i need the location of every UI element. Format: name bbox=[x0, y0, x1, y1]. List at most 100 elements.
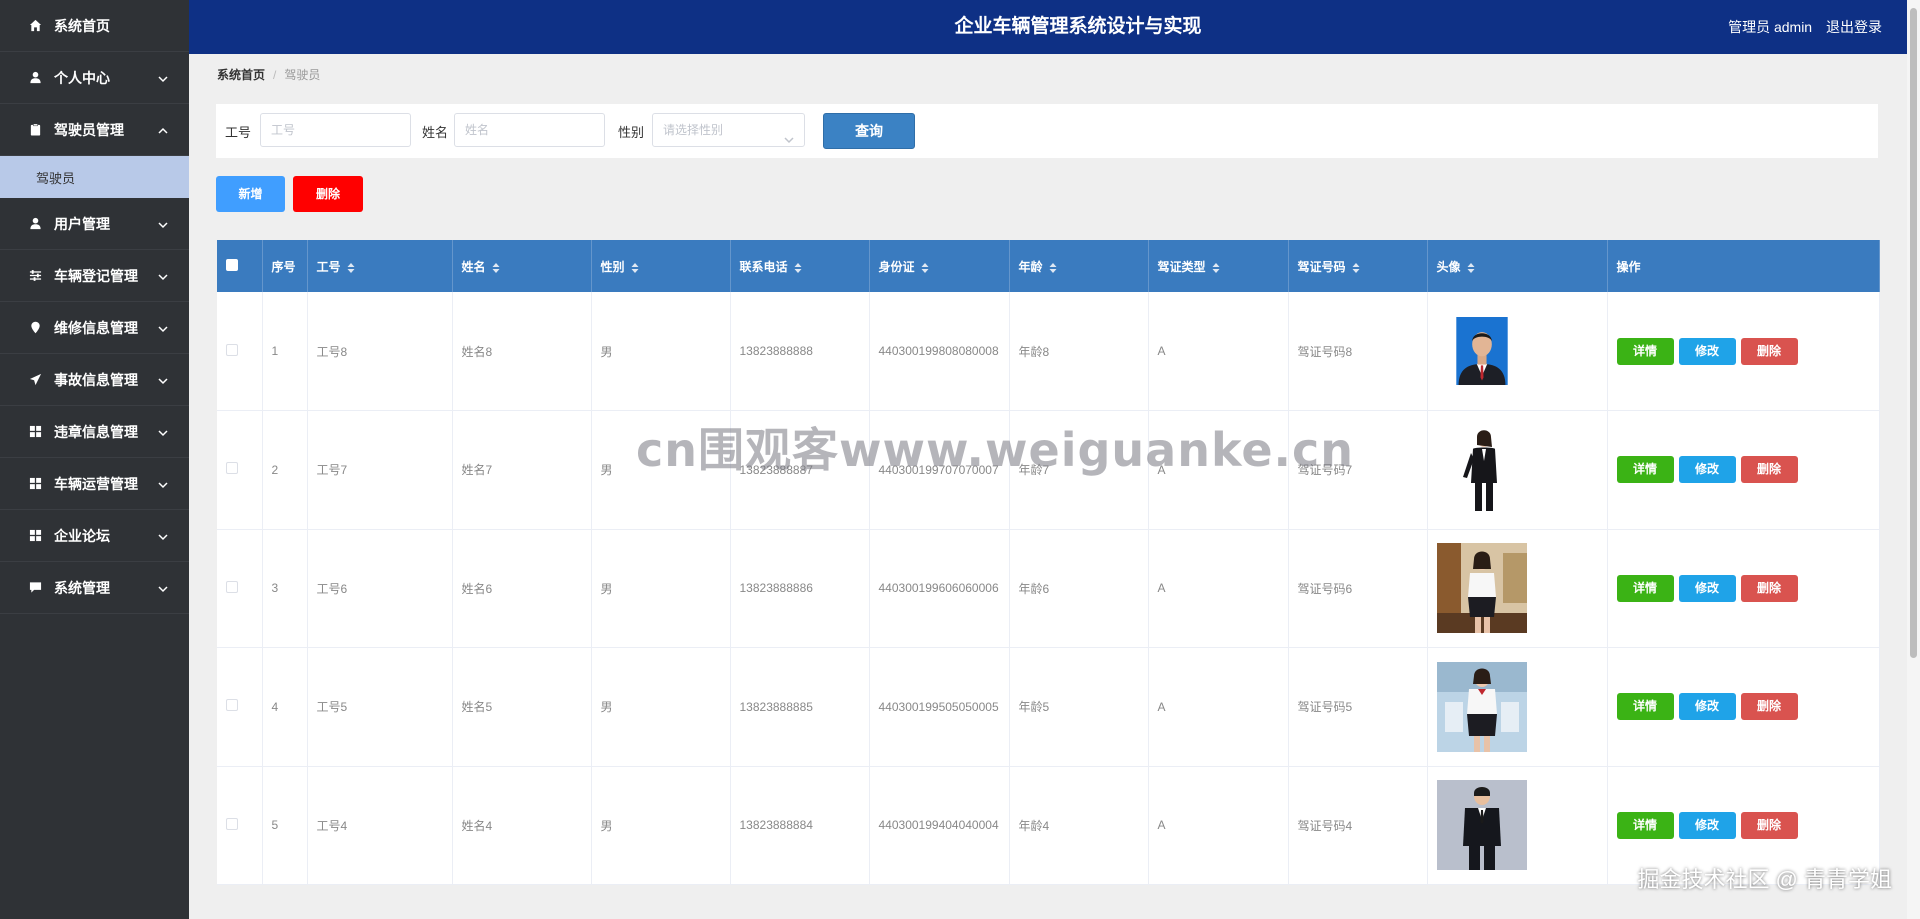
table-header-cell[interactable]: 身份证 bbox=[869, 240, 1010, 292]
gonghao-input[interactable] bbox=[260, 113, 411, 147]
scrollbar-thumb[interactable] bbox=[1910, 8, 1917, 658]
cell-age: 年龄4 bbox=[1009, 766, 1149, 885]
delete-button[interactable]: 删除 bbox=[1740, 456, 1798, 484]
chevron-down-icon bbox=[157, 530, 169, 542]
cell-index: 3 bbox=[262, 529, 308, 648]
sidebar-item[interactable]: 系统首页 bbox=[0, 0, 189, 52]
table-header-cell[interactable]: 头像 bbox=[1427, 240, 1608, 292]
sort-icon[interactable] bbox=[631, 262, 639, 274]
sort-icon[interactable] bbox=[1212, 262, 1220, 274]
detail-button[interactable]: 详情 bbox=[1616, 811, 1674, 839]
edit-button[interactable]: 修改 bbox=[1678, 574, 1736, 602]
table-header-cell[interactable]: 联系电话 bbox=[730, 240, 870, 292]
delete-button[interactable]: 删除 bbox=[1740, 811, 1798, 839]
table-header-row: 序号 工号 姓名 性别 联系电话 身份证 年龄 驾证类型 驾证号码 头像 操作 bbox=[217, 240, 1880, 292]
row-checkbox[interactable] bbox=[226, 462, 238, 475]
add-button[interactable]: 新增 bbox=[216, 176, 285, 212]
sort-icon[interactable] bbox=[347, 262, 355, 274]
cell-name: 姓名4 bbox=[452, 766, 592, 885]
grid-icon bbox=[28, 425, 42, 439]
table-header-cell[interactable]: 姓名 bbox=[452, 240, 592, 292]
sidebar-item[interactable]: 驾驶员管理 bbox=[0, 104, 189, 156]
select-all-checkbox[interactable] bbox=[226, 258, 238, 271]
name-input[interactable] bbox=[454, 113, 605, 147]
edit-button[interactable]: 修改 bbox=[1678, 693, 1736, 721]
sidebar-item[interactable]: 车辆运营管理 bbox=[0, 458, 189, 510]
sidebar-item[interactable]: 个人中心 bbox=[0, 52, 189, 104]
detail-button[interactable]: 详情 bbox=[1616, 337, 1674, 365]
table-header-cell[interactable]: 年龄 bbox=[1009, 240, 1149, 292]
detail-button[interactable]: 详情 bbox=[1616, 574, 1674, 602]
detail-button[interactable]: 详情 bbox=[1616, 693, 1674, 721]
cell-phone: 13823888888 bbox=[730, 292, 870, 411]
driver-table: 序号 工号 姓名 性别 联系电话 身份证 年龄 驾证类型 驾证号码 头像 操作 1 工号8 姓名8 男 13… bbox=[217, 240, 1880, 885]
cell-actions: 详情 修改 删除 bbox=[1607, 292, 1880, 411]
cell-license-type: A bbox=[1148, 292, 1289, 411]
sidebar-item[interactable]: 系统管理 bbox=[0, 562, 189, 614]
sort-icon[interactable] bbox=[1049, 262, 1057, 274]
cell-age: 年龄8 bbox=[1009, 292, 1149, 411]
sort-icon[interactable] bbox=[794, 262, 802, 274]
sort-icon[interactable] bbox=[492, 262, 500, 274]
map-pin-icon bbox=[28, 321, 42, 335]
table-header-cell[interactable]: 性别 bbox=[591, 240, 731, 292]
cell-idcard: 440300199707070007 bbox=[869, 410, 1010, 530]
row-checkbox[interactable] bbox=[226, 817, 238, 830]
chevron-down-icon bbox=[157, 426, 169, 438]
query-button[interactable]: 查询 bbox=[823, 113, 915, 149]
table-header-cell[interactable]: 工号 bbox=[307, 240, 453, 292]
app-title: 企业车辆管理系统设计与实现 bbox=[954, 16, 1202, 37]
avatar-photo bbox=[1436, 661, 1527, 752]
sidebar-item-label: 系统管理 bbox=[54, 579, 110, 596]
edit-button[interactable]: 修改 bbox=[1678, 456, 1736, 484]
cell-license-type: A bbox=[1148, 529, 1289, 648]
cell-gender: 男 bbox=[591, 292, 731, 411]
send-icon bbox=[28, 373, 42, 387]
breadcrumb-home[interactable]: 系统首页 bbox=[217, 68, 265, 82]
cell-name: 姓名5 bbox=[452, 647, 592, 767]
sort-icon[interactable] bbox=[921, 262, 929, 274]
batch-delete-button[interactable]: 删除 bbox=[293, 176, 363, 212]
header-user-area: 管理员 admin 退出登录 bbox=[1718, 0, 1882, 54]
row-checkbox[interactable] bbox=[226, 343, 238, 356]
cell-actions: 详情 修改 删除 bbox=[1607, 410, 1880, 530]
comment-icon bbox=[28, 581, 42, 595]
edit-button[interactable]: 修改 bbox=[1678, 337, 1736, 365]
breadcrumb-separator: / bbox=[273, 68, 277, 82]
detail-button[interactable]: 详情 bbox=[1616, 456, 1674, 484]
user-icon bbox=[28, 217, 42, 231]
cell-idcard: 440300199606060006 bbox=[869, 529, 1010, 648]
delete-button[interactable]: 删除 bbox=[1740, 693, 1798, 721]
cell-idcard: 440300199808080008 bbox=[869, 292, 1010, 411]
sidebar-item[interactable]: 企业论坛 bbox=[0, 510, 189, 562]
edit-button[interactable]: 修改 bbox=[1678, 811, 1736, 839]
cell-avatar bbox=[1427, 529, 1608, 648]
sidebar-item[interactable]: 车辆登记管理 bbox=[0, 250, 189, 302]
sidebar-item[interactable]: 用户管理 bbox=[0, 198, 189, 250]
table-header-cell[interactable]: 驾证类型 bbox=[1148, 240, 1289, 292]
sort-icon[interactable] bbox=[1467, 262, 1475, 274]
header-label: 头像 bbox=[1436, 259, 1461, 274]
delete-button[interactable]: 删除 bbox=[1740, 337, 1798, 365]
grid-icon bbox=[28, 529, 42, 543]
sidebar-item-label: 车辆登记管理 bbox=[54, 267, 138, 284]
gender-select[interactable]: 请选择性别 bbox=[652, 113, 805, 147]
sidebar: 系统首页 个人中心 驾驶员管理 驾驶员 用户管理车辆登记管理维修信息管理 事故信息管理 违章… bbox=[0, 0, 189, 919]
page-scrollbar[interactable] bbox=[1907, 0, 1920, 919]
logout-link[interactable]: 退出登录 bbox=[1826, 19, 1882, 35]
cell-actions: 详情 修改 删除 bbox=[1607, 766, 1880, 885]
sidebar-item[interactable]: 违章信息管理 bbox=[0, 406, 189, 458]
cell-gonghao: 工号8 bbox=[307, 292, 453, 411]
delete-button[interactable]: 删除 bbox=[1740, 574, 1798, 602]
header-label: 操作 bbox=[1616, 259, 1641, 274]
row-select-cell bbox=[217, 292, 263, 411]
row-checkbox[interactable] bbox=[226, 580, 238, 593]
sidebar-item[interactable]: 维修信息管理 bbox=[0, 302, 189, 354]
sort-icon[interactable] bbox=[1352, 262, 1360, 274]
row-checkbox[interactable] bbox=[226, 699, 238, 712]
sidebar-item[interactable]: 事故信息管理 bbox=[0, 354, 189, 406]
sidebar-subitem-driver[interactable]: 驾驶员 bbox=[0, 156, 189, 198]
header-label: 驾证类型 bbox=[1157, 259, 1206, 274]
table-header-cell[interactable]: 驾证号码 bbox=[1288, 240, 1428, 292]
cell-phone: 13823888887 bbox=[730, 410, 870, 530]
